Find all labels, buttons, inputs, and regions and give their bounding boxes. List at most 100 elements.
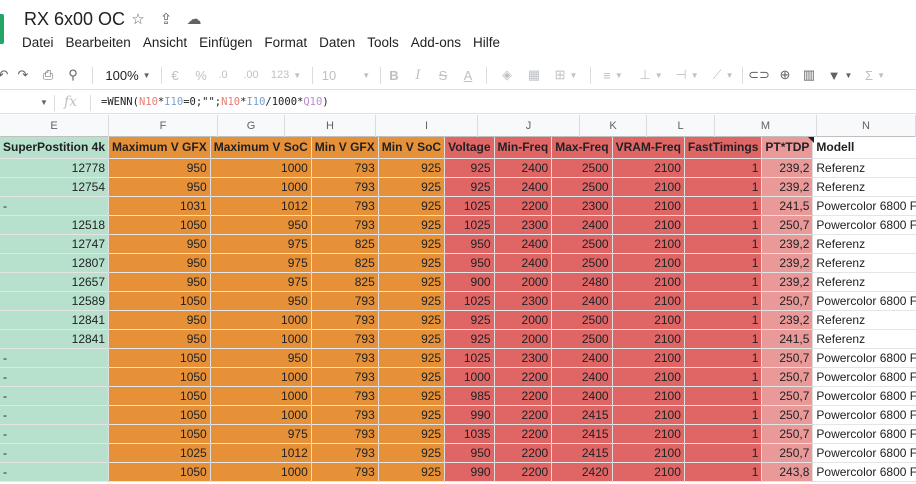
cell[interactable]: 1050 <box>108 367 211 387</box>
cell[interactable]: 1050 <box>108 424 211 444</box>
cell[interactable]: 925 <box>378 367 446 387</box>
cell[interactable]: 2200 <box>494 196 553 216</box>
cell[interactable]: 2100 <box>612 215 685 235</box>
cell[interactable]: 1050 <box>108 291 211 311</box>
cell[interactable]: 1 <box>684 253 763 273</box>
cell[interactable]: 2400 <box>551 348 613 368</box>
cell[interactable]: 793 <box>311 215 379 235</box>
cell[interactable]: 1 <box>684 177 763 197</box>
cell[interactable]: 2100 <box>612 329 685 349</box>
header-cell[interactable]: Max-Freq <box>551 137 613 159</box>
cell[interactable]: 2400 <box>494 253 553 273</box>
cell[interactable]: 2200 <box>494 405 553 425</box>
header-cell[interactable]: Maximum V SoC <box>210 137 312 159</box>
percent-format-button[interactable]: % <box>194 66 208 84</box>
cell[interactable]: 1 <box>684 405 763 425</box>
comment-indicator-icon[interactable] <box>808 137 814 143</box>
cell[interactable]: 2100 <box>612 348 685 368</box>
cell[interactable]: 2400 <box>551 386 613 406</box>
cell[interactable]: 1 <box>684 348 763 368</box>
cell[interactable]: 1000 <box>210 462 312 482</box>
insert-chart-icon[interactable]: ▥ <box>800 66 818 84</box>
cell[interactable]: 1012 <box>210 443 312 463</box>
zoom-select[interactable]: 100% ▼ <box>100 66 156 84</box>
cell[interactable]: 2100 <box>612 253 685 273</box>
cell[interactable]: 925 <box>378 386 446 406</box>
star-icon[interactable]: ☆ <box>128 10 148 28</box>
cell[interactable]: 975 <box>210 253 312 273</box>
cell[interactable]: 2400 <box>551 215 613 235</box>
cell[interactable]: 1050 <box>108 386 211 406</box>
header-cell[interactable]: Modell <box>812 137 916 159</box>
cell[interactable]: 1 <box>684 215 763 235</box>
cell[interactable]: 1 <box>684 462 763 482</box>
font-size-select[interactable]: 10 ▼ <box>318 66 374 84</box>
cell[interactable]: 925 <box>444 329 495 349</box>
cell[interactable]: Referenz <box>812 158 916 178</box>
insert-link-icon[interactable]: ⊂⊃ <box>748 66 770 84</box>
text-wrapping-icon[interactable]: ⊣ ▼ <box>672 66 702 84</box>
cell[interactable]: 2415 <box>551 424 613 444</box>
cell[interactable]: 925 <box>378 443 446 463</box>
header-cell[interactable]: VRAM-Freq <box>612 137 685 159</box>
strikethrough-button[interactable]: S <box>436 66 450 84</box>
cell[interactable]: 793 <box>311 329 379 349</box>
column-header-e[interactable]: E <box>0 115 109 137</box>
cell[interactable]: 12841 <box>0 310 110 330</box>
cell[interactable]: 1025 <box>444 291 495 311</box>
column-header-k[interactable]: K <box>580 115 647 137</box>
cell[interactable]: 12747 <box>0 234 110 254</box>
cell[interactable]: Powercolor 6800 F <box>812 405 916 425</box>
cell[interactable]: Powercolor 6800 F <box>812 386 916 406</box>
filter-icon[interactable]: ▼ ▼ <box>826 66 854 84</box>
cell[interactable]: Powercolor 6800 F <box>812 443 916 463</box>
cell[interactable]: 12589 <box>0 291 110 311</box>
cell[interactable]: 793 <box>311 177 379 197</box>
cell[interactable]: - <box>0 405 110 425</box>
cell[interactable]: 239,2 <box>761 310 814 330</box>
cell[interactable]: 2000 <box>494 310 553 330</box>
cell[interactable]: 825 <box>311 253 379 273</box>
cell[interactable]: 925 <box>378 272 446 292</box>
cell[interactable]: 1000 <box>210 310 312 330</box>
bold-button[interactable]: B <box>387 66 401 84</box>
cell[interactable]: 925 <box>378 462 446 482</box>
cell[interactable]: 2420 <box>551 462 613 482</box>
cell[interactable]: - <box>0 348 110 368</box>
header-cell[interactable]: Maximum V GFX <box>108 137 211 159</box>
cell[interactable]: 2100 <box>612 443 685 463</box>
cell[interactable]: 950 <box>210 348 312 368</box>
menu-item-ansicht[interactable]: Ansicht <box>143 35 187 50</box>
cell[interactable]: 250,7 <box>761 367 814 387</box>
cell[interactable]: 250,7 <box>761 405 814 425</box>
menu-item-einf-gen[interactable]: Einfügen <box>199 35 252 50</box>
cell[interactable]: 925 <box>378 348 446 368</box>
cell[interactable]: Referenz <box>812 234 916 254</box>
cell[interactable]: 793 <box>311 462 379 482</box>
cell[interactable]: 1 <box>684 272 763 292</box>
paint-format-icon[interactable]: ⚲ <box>64 66 82 84</box>
cell[interactable]: 2300 <box>494 291 553 311</box>
cell[interactable]: - <box>0 443 110 463</box>
cell[interactable]: 925 <box>378 310 446 330</box>
cell[interactable]: Powercolor 6800 F <box>812 424 916 444</box>
cell[interactable]: - <box>0 424 110 444</box>
cell[interactable]: 925 <box>378 158 446 178</box>
cell[interactable]: 241,5 <box>761 196 814 216</box>
cell[interactable]: 2200 <box>494 424 553 444</box>
cell[interactable]: 900 <box>444 272 495 292</box>
cell[interactable]: 1031 <box>108 196 211 216</box>
cell[interactable]: 1012 <box>210 196 312 216</box>
currency-format-button[interactable]: € <box>168 66 182 84</box>
cell[interactable]: 1 <box>684 443 763 463</box>
cell[interactable]: 239,2 <box>761 272 814 292</box>
header-cell[interactable]: Min V GFX <box>311 137 379 159</box>
cell[interactable]: Referenz <box>812 310 916 330</box>
cell[interactable]: 925 <box>378 405 446 425</box>
cell[interactable]: 250,7 <box>761 386 814 406</box>
cell[interactable]: 2000 <box>494 272 553 292</box>
cell[interactable]: 1 <box>684 329 763 349</box>
text-color-button[interactable]: A <box>461 66 475 84</box>
cell[interactable]: Powercolor 6800 F <box>812 367 916 387</box>
cell[interactable]: 2000 <box>494 329 553 349</box>
